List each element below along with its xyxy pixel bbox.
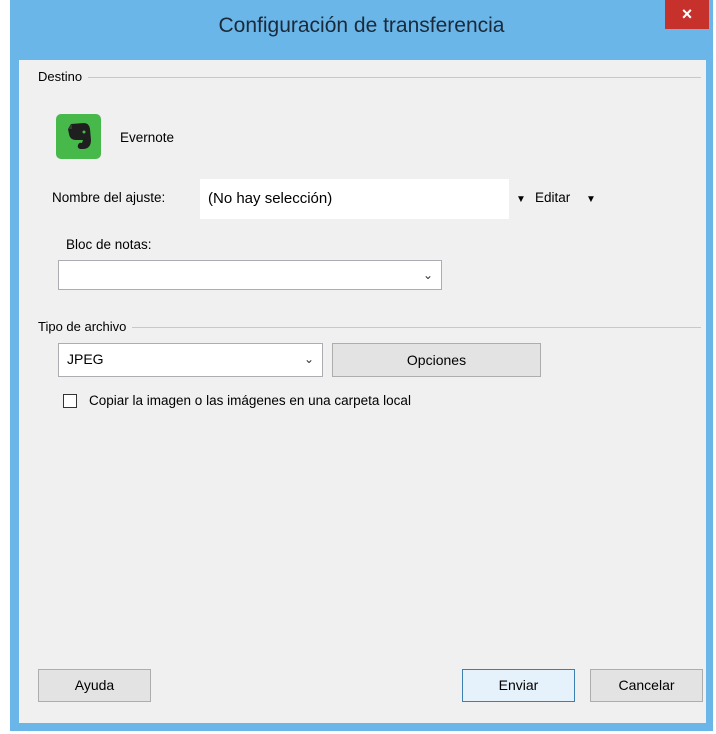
destination-group-label: Destino bbox=[38, 69, 89, 84]
edit-menu-label[interactable]: Editar bbox=[535, 190, 570, 205]
window-title: Configuración de transferencia bbox=[218, 14, 505, 37]
file-type-group-label: Tipo de archivo bbox=[38, 319, 133, 334]
destination-group-line bbox=[39, 77, 701, 78]
setting-name-value: (No hay selección) bbox=[208, 190, 333, 207]
title-bar[interactable]: Configuración de transferencia × bbox=[10, 0, 713, 60]
chevron-down-icon: ⌄ bbox=[422, 268, 433, 282]
setting-dropdown-arrow-icon[interactable]: ▼ bbox=[516, 194, 526, 205]
setting-name-field[interactable]: (No hay selección) bbox=[200, 179, 509, 219]
file-type-group-line bbox=[39, 327, 701, 328]
help-button[interactable]: Ayuda bbox=[38, 669, 151, 702]
dialog-body: Destino Evernote Nombre del ajuste: (No … bbox=[19, 60, 706, 723]
close-button[interactable]: × bbox=[665, 0, 709, 29]
evernote-icon bbox=[56, 114, 101, 159]
destination-app-name: Evernote bbox=[120, 130, 175, 145]
notebook-select[interactable]: ⌄ bbox=[58, 260, 442, 290]
cancel-button[interactable]: Cancelar bbox=[590, 669, 703, 702]
edit-dropdown-arrow-icon[interactable]: ▼ bbox=[586, 194, 596, 205]
file-type-select[interactable]: JPEG ⌄ bbox=[58, 343, 323, 377]
send-button[interactable]: Enviar bbox=[462, 669, 575, 702]
dialog-window: Configuración de transferencia × Destino… bbox=[10, 0, 713, 731]
notebook-label: Bloc de notas: bbox=[66, 237, 152, 252]
copy-local-label[interactable]: Copiar la imagen o las imágenes en una c… bbox=[89, 393, 411, 408]
options-button[interactable]: Opciones bbox=[332, 343, 541, 377]
file-type-value: JPEG bbox=[67, 351, 104, 367]
chevron-down-icon: ⌄ bbox=[303, 352, 314, 366]
setting-name-label: Nombre del ajuste: bbox=[52, 190, 166, 205]
copy-local-checkbox[interactable] bbox=[63, 394, 77, 408]
close-icon: × bbox=[681, 4, 693, 24]
